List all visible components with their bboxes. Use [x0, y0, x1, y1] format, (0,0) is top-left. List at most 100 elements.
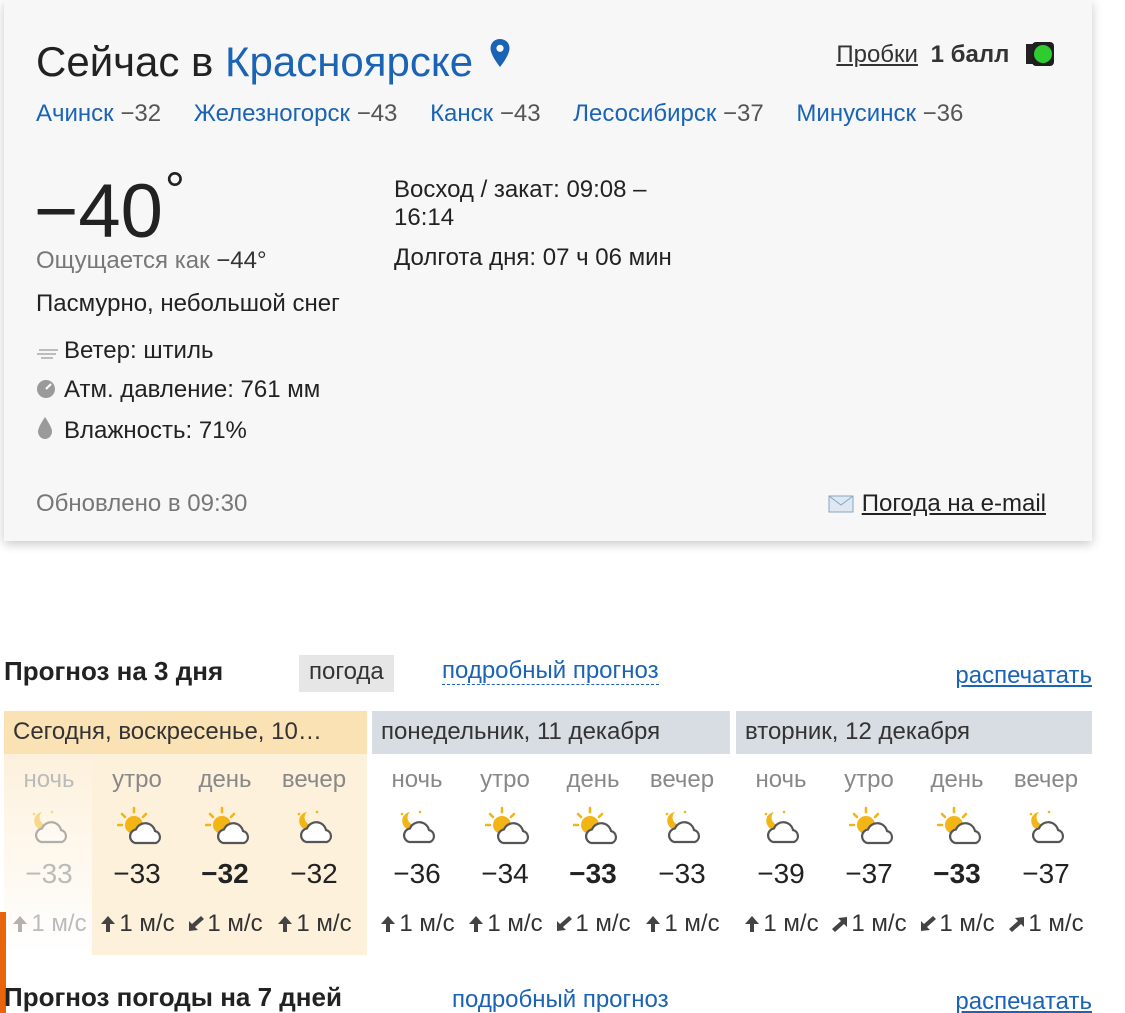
city-link[interactable]: Красноярске	[225, 38, 473, 85]
night-cloudy-icon	[760, 806, 804, 851]
sunrise-sunset: Восход / закат: 09:08 – 16:14	[394, 176, 647, 231]
period-label: утро	[844, 766, 894, 793]
email-subscription: Погода на e-mail	[828, 490, 1046, 520]
period-wind: 1 м/с	[548, 910, 638, 940]
period-wind: 1 м/с	[460, 910, 550, 940]
traffic-link[interactable]: Пробки	[836, 41, 918, 68]
period-label: день	[566, 766, 620, 793]
print-link[interactable]: распечатать	[955, 662, 1092, 690]
forecast-7-detailed-link[interactable]: подробный прогноз	[452, 986, 669, 1013]
day-length: Долгота дня: 07 ч 06 мин	[394, 244, 672, 271]
wind-speed: 1 м/с	[939, 910, 995, 937]
period-wind: 1 м/с	[180, 910, 270, 940]
tab-weather[interactable]: погода	[299, 655, 394, 692]
period-temperature: −33	[658, 858, 706, 889]
down-left-arrow-icon	[919, 912, 937, 940]
up-arrow-icon	[379, 912, 397, 940]
night-cloudy-icon	[396, 806, 440, 851]
forecast-period: ночь −39 1 м/с	[736, 754, 826, 955]
nearby-city-minusinsk: Минусинск −36	[796, 100, 963, 128]
sun-cloud-icon	[116, 806, 167, 851]
nearby-city-temp: −43	[499, 100, 541, 127]
forecast-day: вторник, 12 декабря ночь −39 1 м/с утро −37 1 …	[736, 711, 1092, 955]
degree-sign: °	[164, 162, 185, 218]
forecast-7-print-link[interactable]: распечатать	[955, 988, 1092, 1013]
forecast-period: день −32 1 м/с	[180, 754, 270, 955]
humidity-text: Влажность: 71%	[64, 417, 247, 444]
wind-speed: 1 м/с	[575, 910, 631, 937]
period-label: день	[198, 766, 252, 793]
forecast-period: утро −33 1 м/с	[92, 754, 182, 955]
period-wind: 1 м/с	[92, 910, 182, 940]
period-wind: 1 м/с	[736, 910, 826, 940]
detailed-forecast-link[interactable]: подробный прогноз	[442, 658, 659, 685]
title-prefix: Сейчас в	[36, 38, 214, 85]
sun-cloud-icon	[484, 806, 535, 851]
night-cloudy-icon	[661, 806, 705, 851]
nearby-city-link[interactable]: Железногорск	[194, 100, 350, 127]
traffic-widget: Пробки 1 балл	[836, 40, 1056, 75]
period-label: утро	[480, 766, 530, 793]
forecast-period: ночь −36 1 м/с	[372, 754, 462, 955]
nearby-city-kansk: Канск −43	[430, 100, 540, 128]
forecast-3-header: Прогноз на 3 дня погода подробный прогно…	[4, 655, 1092, 696]
nearby-city-temp: −36	[922, 100, 964, 127]
wind-speed: 1 м/с	[119, 910, 175, 937]
up-arrow-icon	[99, 912, 117, 940]
period-wind: 1 м/с	[1001, 910, 1091, 940]
period-temperature: −33	[933, 858, 981, 889]
up-right-arrow-icon	[831, 912, 849, 940]
period-label: вечер	[1013, 766, 1079, 793]
current-temperature: −40°	[34, 165, 185, 250]
period-temperature: −34	[481, 858, 529, 889]
sun-cloud-icon	[204, 806, 255, 851]
period-temperature: −37	[845, 858, 893, 889]
wind-text: Ветер: штиль	[64, 337, 214, 364]
forecast-period: ночь −33 1 м/с	[4, 754, 94, 955]
period-temperature: −37	[1022, 858, 1070, 889]
period-wind: 1 м/с	[4, 910, 94, 940]
forecast-period: день −33 1 м/с	[548, 754, 638, 955]
nearby-city-achinsk: Ачинск −32	[36, 100, 161, 128]
wind-speed: 1 м/с	[31, 910, 87, 937]
period-wind: 1 м/с	[269, 910, 359, 940]
location-pin-icon[interactable]	[489, 30, 511, 78]
period-label: вечер	[649, 766, 715, 793]
nearby-city-link[interactable]: Лесосибирск	[573, 100, 716, 127]
page-title: Сейчас в Красноярске	[36, 30, 511, 86]
nearby-city-temp: −37	[723, 100, 764, 127]
sun-cloud-icon	[848, 806, 899, 851]
nearby-city-zheleznogorsk: Железногорск −43	[194, 100, 398, 128]
current-weather-card: Сейчас в Красноярске Пробки 1 балл Ачинс…	[4, 0, 1092, 541]
down-left-arrow-icon	[555, 912, 573, 940]
period-label: ночь	[755, 766, 807, 793]
email-link[interactable]: Погода на e-mail	[862, 490, 1046, 517]
up-arrow-icon	[743, 912, 761, 940]
sun-cloud-icon	[572, 806, 623, 851]
weather-condition: Пасмурно, небольшой снег	[36, 290, 340, 317]
forecast-period: утро −34 1 м/с	[460, 754, 550, 955]
period-temperature: −32	[201, 858, 249, 889]
period-temperature: −32	[290, 858, 338, 889]
humidity-row: Влажность: 71%	[36, 416, 247, 447]
nearby-city-link[interactable]: Ачинск	[36, 100, 114, 127]
forecast-period: вечер −33 1 м/с	[637, 754, 727, 955]
envelope-icon[interactable]	[828, 492, 854, 520]
forecast-day-header[interactable]: Сегодня, воскресенье, 10…	[4, 711, 367, 754]
wind-speed: 1 м/с	[207, 910, 263, 937]
night-cloudy-icon	[1025, 806, 1069, 851]
updated-time: Обновлено в 09:30	[36, 490, 248, 517]
nearby-city-link[interactable]: Канск	[430, 100, 493, 127]
feels-like: Ощущается как −44°	[36, 247, 267, 275]
period-temperature: −39	[757, 858, 805, 889]
pressure-gauge-icon	[36, 378, 58, 406]
forecast-day-header[interactable]: вторник, 12 декабря	[736, 711, 1092, 754]
feels-like-label: Ощущается как	[36, 247, 210, 274]
forecast-day-header[interactable]: понедельник, 11 декабря	[372, 711, 730, 754]
nearby-city-link[interactable]: Минусинск	[796, 100, 916, 127]
forecast-3-title: Прогноз на 3 дня	[4, 656, 224, 686]
sun-cloud-icon	[936, 806, 987, 851]
up-arrow-icon	[276, 912, 294, 940]
humidity-drop-icon	[36, 416, 58, 447]
up-right-arrow-icon	[1008, 912, 1026, 940]
